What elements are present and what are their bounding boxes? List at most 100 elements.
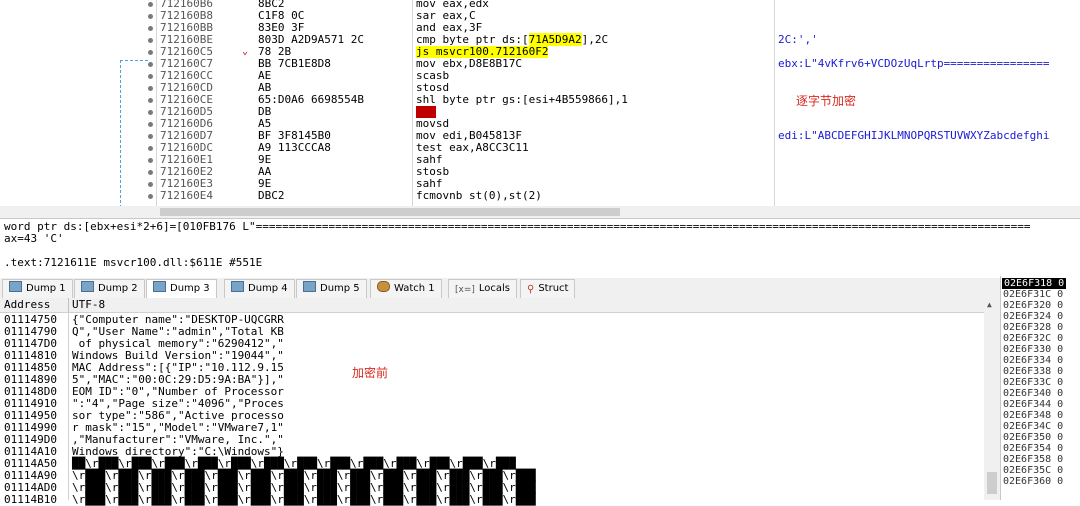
tab-dump-4[interactable]: Dump 4: [224, 279, 295, 298]
breakpoint-dot-icon[interactable]: [148, 122, 153, 127]
stack-value: 0: [1057, 410, 1064, 421]
stack-row[interactable]: 02E6F350 0: [1003, 432, 1063, 443]
stack-row[interactable]: 02E6F33C 0: [1003, 377, 1063, 388]
breakpoint-dot-icon[interactable]: [148, 50, 153, 55]
info-pane: word ptr ds:[ebx+esi*2+6]=[010FB176 L"==…: [0, 218, 1080, 277]
dump-tab-bar: Dump 1 Dump 2 Dump 3 Dump 4 Dump 5 Watch 1 [x=…: [0, 278, 1000, 299]
stack-value: 0: [1057, 300, 1064, 311]
stack-row[interactable]: 02E6F328 0: [1003, 322, 1063, 333]
jump-arrow-icon: ⌄: [242, 46, 249, 57]
struct-icon: ⚲: [527, 284, 535, 295]
stack-row[interactable]: 02E6F348 0: [1003, 410, 1063, 421]
breakpoint-dot-icon[interactable]: [148, 26, 153, 31]
scrollbar-thumb[interactable]: [160, 208, 620, 216]
info-line: ax=43 'C': [4, 232, 64, 245]
stack-address: 02E6F324: [1003, 311, 1052, 322]
stack-view[interactable]: 02E6F318 0 02E6F31C 0 02E6F320 0 02E6F324 0 02E6…: [1000, 276, 1080, 500]
tab-watch-1[interactable]: Watch 1: [370, 279, 442, 298]
instruction-comment: 2C:',': [778, 33, 818, 46]
stack-value: 0: [1057, 289, 1064, 300]
dump-view[interactable]: Address UTF-8 01114750 {"Computer name":"…: [0, 298, 1000, 506]
address-column-header[interactable]: Address: [4, 298, 50, 312]
horizontal-scrollbar[interactable]: [0, 206, 1080, 218]
column-divider: [68, 298, 69, 312]
breakpoint-dot-icon[interactable]: [148, 14, 153, 19]
breakpoint-dot-icon[interactable]: [148, 134, 153, 139]
dump-address: 01114B10: [4, 493, 57, 506]
stack-value: 0: [1057, 355, 1064, 366]
breakpoint-dot-icon[interactable]: [148, 2, 153, 7]
scrollbar-thumb[interactable]: [987, 472, 997, 494]
memory-icon: [231, 281, 244, 292]
stack-value: 0: [1057, 399, 1064, 410]
tab-dump-2[interactable]: Dump 2: [74, 279, 145, 298]
tab-dump-5[interactable]: Dump 5: [296, 279, 367, 298]
stack-row[interactable]: 02E6F35C 0: [1003, 465, 1063, 476]
memory-icon: [9, 281, 22, 292]
stack-row[interactable]: 02E6F330 0: [1003, 344, 1063, 355]
stack-address: 02E6F33C: [1003, 377, 1052, 388]
stack-row[interactable]: 02E6F34C 0: [1003, 421, 1063, 432]
stack-row[interactable]: 02E6F360 0: [1003, 476, 1063, 487]
stack-value: 0: [1057, 432, 1064, 443]
stack-value: 0: [1057, 366, 1064, 377]
stack-address: 02E6F358: [1003, 454, 1052, 465]
stack-row[interactable]: 02E6F324 0: [1003, 311, 1063, 322]
info-line: .text:7121611E msvcr100.dll:$611E #551E: [4, 256, 263, 269]
instruction-row[interactable]: 712160E4 DBC2 fcmovnb st(0),st(2): [0, 190, 1080, 202]
stack-address: 02E6F330: [1003, 344, 1052, 355]
tab-struct[interactable]: ⚲ Struct: [520, 279, 576, 298]
annotation-note: 逐字节加密: [796, 94, 857, 108]
tab-label: Dump 4: [248, 283, 288, 294]
instruction-text: fcmovnb st(0),st(2): [416, 189, 542, 202]
breakpoint-dot-icon[interactable]: [148, 74, 153, 79]
stack-row[interactable]: 02E6F334 0: [1003, 355, 1063, 366]
stack-address: 02E6F320: [1003, 300, 1052, 311]
instruction-comment: ebx:L"4vKfrv6+VCDOzUqLrtp===============…: [778, 57, 1050, 70]
locals-icon: [x=]: [455, 285, 475, 295]
vertical-scrollbar[interactable]: ▲: [984, 298, 1000, 500]
breakpoint-dot-icon[interactable]: [148, 170, 153, 175]
watch-icon: [377, 281, 390, 292]
dump-header: Address UTF-8: [0, 298, 1000, 313]
scroll-up-icon[interactable]: ▲: [987, 300, 992, 309]
dump-row[interactable]: 01114B10 \r███\r███\r███\r███\r███\r███\r…: [0, 494, 990, 506]
stack-row[interactable]: 02E6F338 0: [1003, 366, 1063, 377]
breakpoint-dot-icon[interactable]: [148, 86, 153, 91]
breakpoint-dot-icon[interactable]: [148, 62, 153, 67]
stack-row[interactable]: 02E6F320 0: [1003, 300, 1063, 311]
stack-address: 02E6F348: [1003, 410, 1052, 421]
tab-label: Dump 3: [170, 283, 210, 294]
text-column-header[interactable]: UTF-8: [72, 298, 105, 312]
stack-value: 0: [1057, 377, 1064, 388]
info-line: word ptr ds:[ebx+esi*2+6]=[010FB176 L"==…: [4, 220, 1031, 233]
breakpoint-dot-icon[interactable]: [148, 182, 153, 187]
disassembly-view[interactable]: 712160B6 8BC2 mov eax,edx 712160B8 C1F8 0C sa…: [0, 0, 1080, 218]
stack-row[interactable]: 02E6F354 0: [1003, 443, 1063, 454]
tab-locals[interactable]: [x=] Locals: [448, 279, 518, 298]
memory-icon: [81, 281, 94, 292]
stack-address: 02E6F328: [1003, 322, 1052, 333]
breakpoint-dot-icon[interactable]: [148, 194, 153, 199]
stack-row[interactable]: 02E6F32C 0: [1003, 333, 1063, 344]
breakpoint-dot-icon[interactable]: [148, 38, 153, 43]
tab-label: Struct: [538, 283, 569, 294]
breakpoint-dot-icon[interactable]: [148, 158, 153, 163]
memory-icon: [153, 281, 166, 292]
tab-label: Dump 2: [98, 283, 138, 294]
tab-label: Watch 1: [394, 283, 435, 294]
breakpoint-dot-icon[interactable]: [148, 146, 153, 151]
stack-row[interactable]: 02E6F344 0: [1003, 399, 1063, 410]
stack-address: 02E6F35C: [1003, 465, 1052, 476]
instruction-text: shl byte ptr gs:[esi+4B559866],1: [416, 93, 628, 106]
stack-row[interactable]: 02E6F318 0: [1002, 278, 1067, 289]
stack-row[interactable]: 02E6F340 0: [1003, 388, 1063, 399]
stack-row[interactable]: 02E6F358 0: [1003, 454, 1063, 465]
breakpoint-dot-icon[interactable]: [148, 110, 153, 115]
tab-dump-3[interactable]: Dump 3: [146, 279, 217, 298]
tab-dump-1[interactable]: Dump 1: [2, 279, 73, 298]
breakpoint-dot-icon[interactable]: [148, 98, 153, 103]
stack-address: 02E6F344: [1003, 399, 1052, 410]
stack-row[interactable]: 02E6F31C 0: [1003, 289, 1063, 300]
stack-value: 0: [1057, 311, 1064, 322]
